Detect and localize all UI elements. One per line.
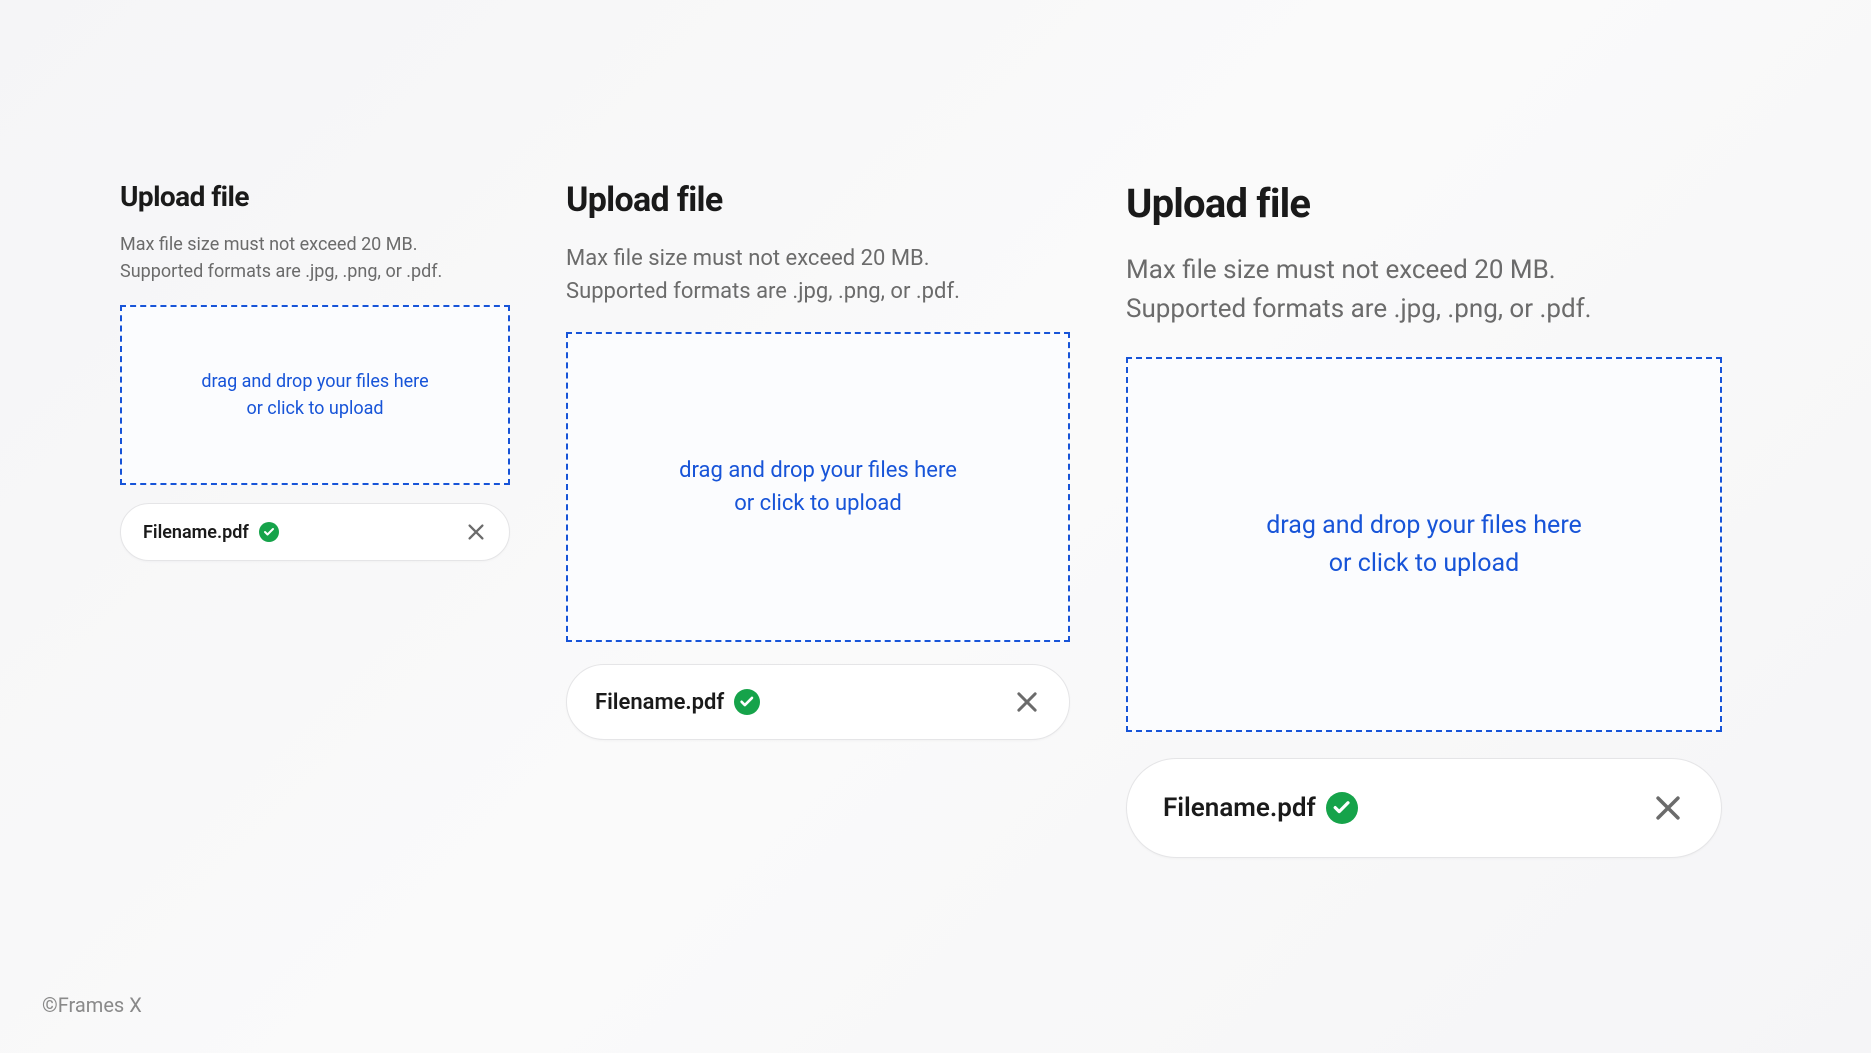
dropzone-text-line-1: drag and drop your files here — [201, 368, 428, 395]
description-line-2: Supported formats are .jpg, .png, or .pd… — [1126, 290, 1722, 329]
upload-title: Upload file — [566, 180, 1070, 220]
upload-title: Upload file — [1126, 180, 1722, 227]
remove-file-button[interactable] — [1013, 688, 1041, 716]
upload-widgets-container: Upload file Max file size must not excee… — [0, 0, 1871, 858]
uploaded-filename: Filename.pdf — [143, 522, 249, 543]
success-check-icon — [1326, 792, 1358, 824]
description-line-2: Supported formats are .jpg, .png, or .pd… — [120, 258, 510, 285]
description-line-2: Supported formats are .jpg, .png, or .pd… — [566, 275, 1070, 308]
description-line-1: Max file size must not exceed 20 MB. — [566, 242, 1070, 275]
uploaded-filename: Filename.pdf — [595, 690, 724, 715]
uploaded-file-pill: Filename.pdf — [1126, 758, 1722, 858]
file-dropzone[interactable]: drag and drop your files here or click t… — [1126, 357, 1722, 732]
success-check-icon — [259, 522, 279, 542]
file-dropzone[interactable]: drag and drop your files here or click t… — [566, 332, 1070, 642]
upload-description: Max file size must not exceed 20 MB. Sup… — [120, 231, 510, 285]
file-dropzone[interactable]: drag and drop your files here or click t… — [120, 305, 510, 485]
dropzone-text-line-1: drag and drop your files here — [679, 454, 957, 487]
upload-widget-medium: Upload file Max file size must not excee… — [566, 180, 1070, 740]
description-line-1: Max file size must not exceed 20 MB. — [120, 231, 510, 258]
dropzone-text-line-2: or click to upload — [1329, 545, 1519, 583]
success-check-icon — [734, 689, 760, 715]
dropzone-text-line-2: or click to upload — [246, 395, 383, 422]
upload-description: Max file size must not exceed 20 MB. Sup… — [1126, 251, 1722, 329]
dropzone-text-line-2: or click to upload — [734, 487, 902, 520]
uploaded-file-pill: Filename.pdf — [120, 503, 510, 561]
description-line-1: Max file size must not exceed 20 MB. — [1126, 251, 1722, 290]
upload-title: Upload file — [120, 180, 510, 213]
uploaded-file-pill: Filename.pdf — [566, 664, 1070, 740]
upload-widget-small: Upload file Max file size must not excee… — [120, 180, 510, 561]
remove-file-button[interactable] — [1651, 791, 1685, 825]
upload-widget-large: Upload file Max file size must not excee… — [1126, 180, 1722, 858]
remove-file-button[interactable] — [465, 521, 487, 543]
footer-credit: ©Frames X — [42, 993, 142, 1017]
upload-description: Max file size must not exceed 20 MB. Sup… — [566, 242, 1070, 308]
dropzone-text-line-1: drag and drop your files here — [1266, 507, 1582, 545]
uploaded-filename: Filename.pdf — [1163, 793, 1316, 823]
